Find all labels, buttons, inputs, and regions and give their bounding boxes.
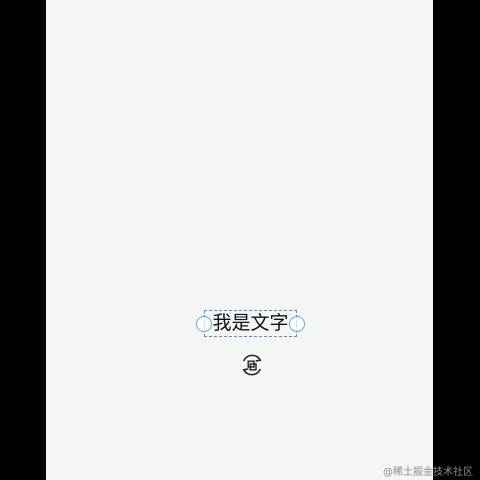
watermark: @稀土掘金技术社区 xyxy=(383,467,473,478)
left-resize-handle[interactable] xyxy=(196,315,212,332)
rotate-button[interactable] xyxy=(238,351,266,379)
editor-canvas[interactable]: 我是文字 xyxy=(46,0,433,480)
screen: 我是文字 @稀土掘金技术社区 xyxy=(0,0,480,480)
right-resize-handle[interactable] xyxy=(289,315,305,332)
text-element-content[interactable]: 我是文字 xyxy=(212,314,288,333)
rotate-icon xyxy=(242,354,262,376)
text-element[interactable]: 我是文字 xyxy=(196,310,305,337)
